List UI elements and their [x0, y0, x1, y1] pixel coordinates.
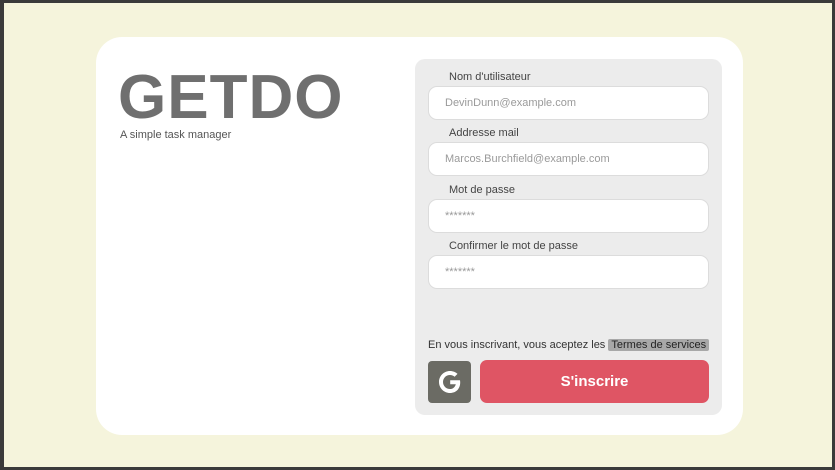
google-icon — [438, 371, 460, 393]
terms-text: En vous inscrivant, vous aceptez les — [428, 339, 606, 351]
confirm-password-label: Confirmer le mot de passe — [449, 240, 578, 252]
signup-card: GETDO A simple task manager Nom d'utilis… — [96, 37, 743, 435]
email-label: Addresse mail — [449, 127, 519, 139]
password-label: Mot de passe — [449, 184, 516, 196]
email-input[interactable]: Marcos.Burchfield@example.com — [428, 142, 709, 176]
app-logo: GETDO — [118, 63, 344, 132]
password-input[interactable]: ******* — [428, 199, 709, 233]
terms-link[interactable]: Termes de services — [608, 339, 710, 351]
confirm-password-field-group: Confirmer le mot de passe ******* — [428, 240, 709, 289]
signup-button[interactable]: S'inscrire — [480, 360, 709, 403]
google-signin-button[interactable] — [428, 361, 471, 403]
username-label: Nom d'utilisateur — [449, 71, 531, 83]
signup-form: Nom d'utilisateur DevinDunn@example.com … — [415, 59, 722, 415]
confirm-password-input[interactable]: ******* — [428, 255, 709, 289]
brand: GETDO A simple task manager — [118, 63, 344, 142]
terms-notice: En vous inscrivant, vous aceptez les Ter… — [428, 339, 710, 351]
username-field-group: Nom d'utilisateur DevinDunn@example.com — [428, 71, 709, 120]
username-input[interactable]: DevinDunn@example.com — [428, 86, 709, 120]
page-background: GETDO A simple task manager Nom d'utilis… — [4, 3, 832, 467]
password-field-group: Mot de passe ******* — [428, 184, 709, 233]
email-field-group: Addresse mail Marcos.Burchfield@example.… — [428, 127, 709, 176]
